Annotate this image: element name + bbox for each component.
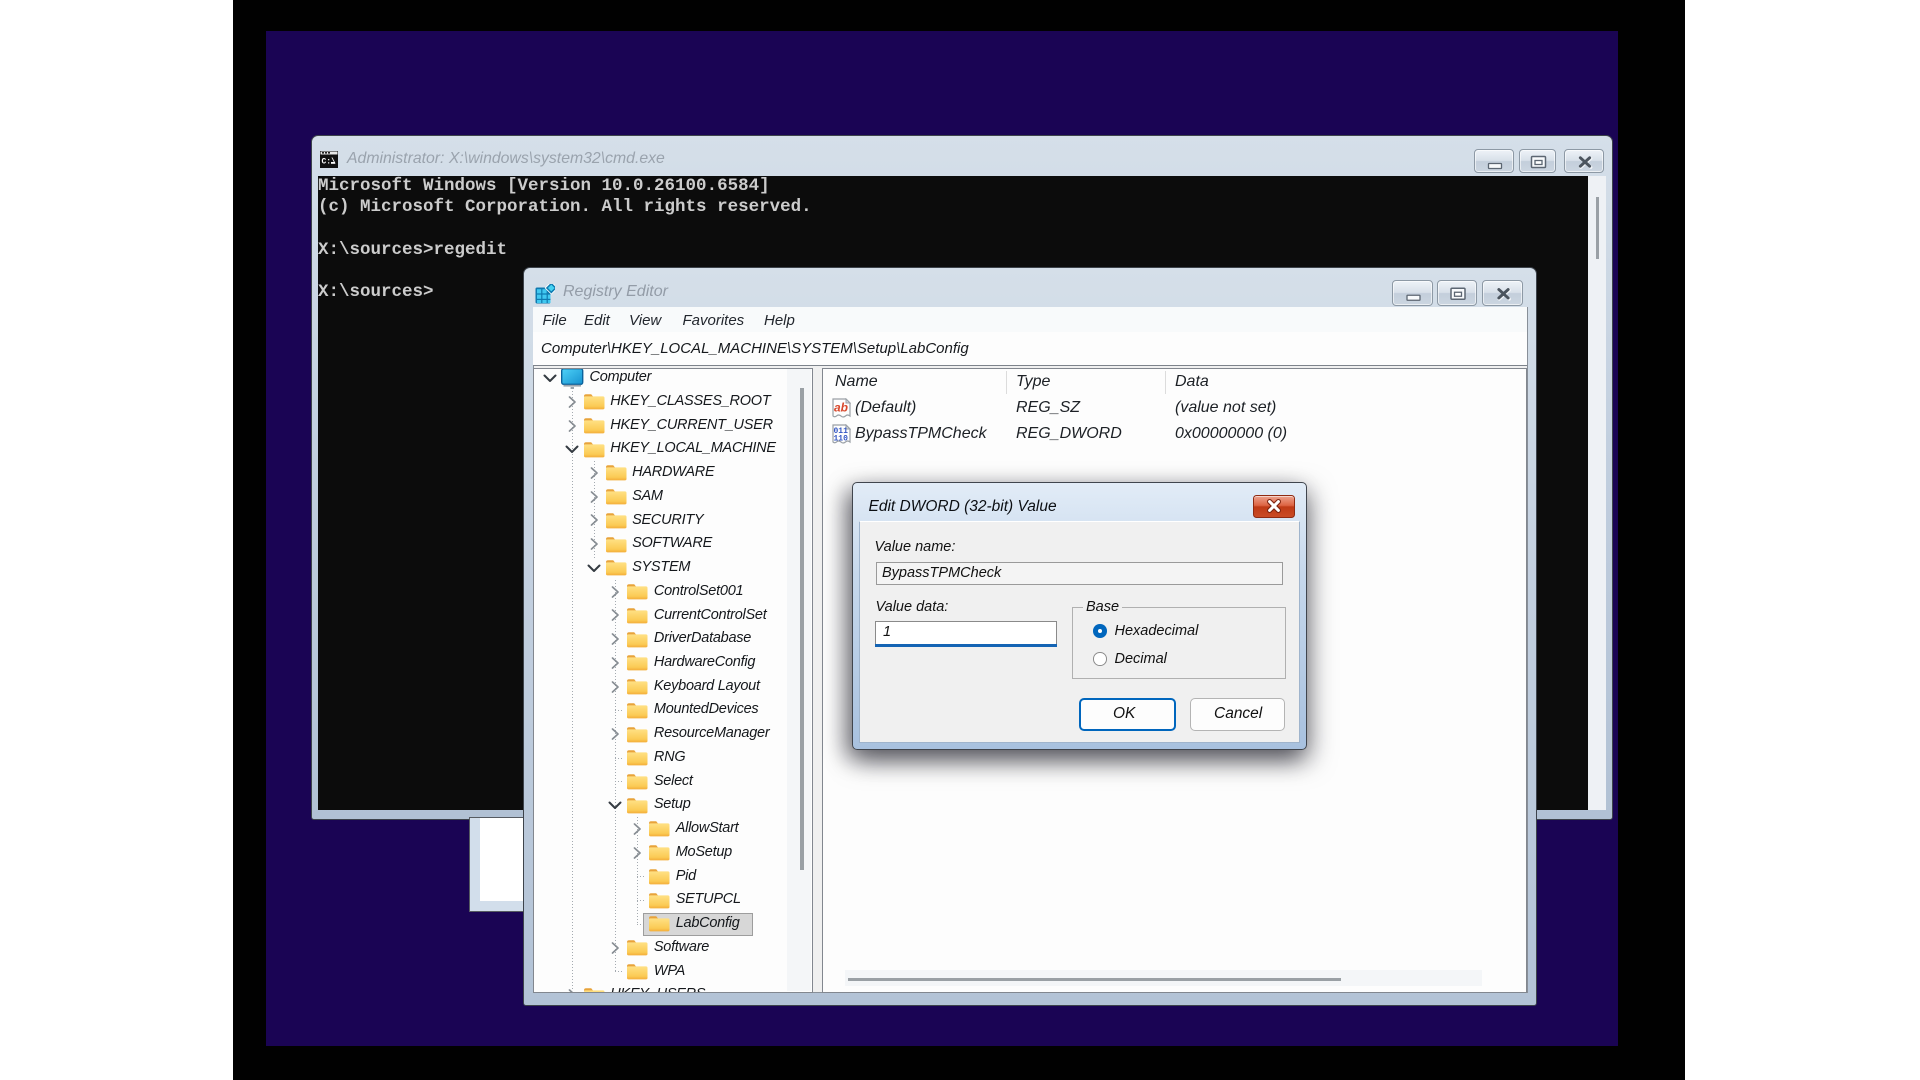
svg-text:ab: ab [834, 401, 848, 415]
svg-text:110: 110 [834, 435, 849, 444]
